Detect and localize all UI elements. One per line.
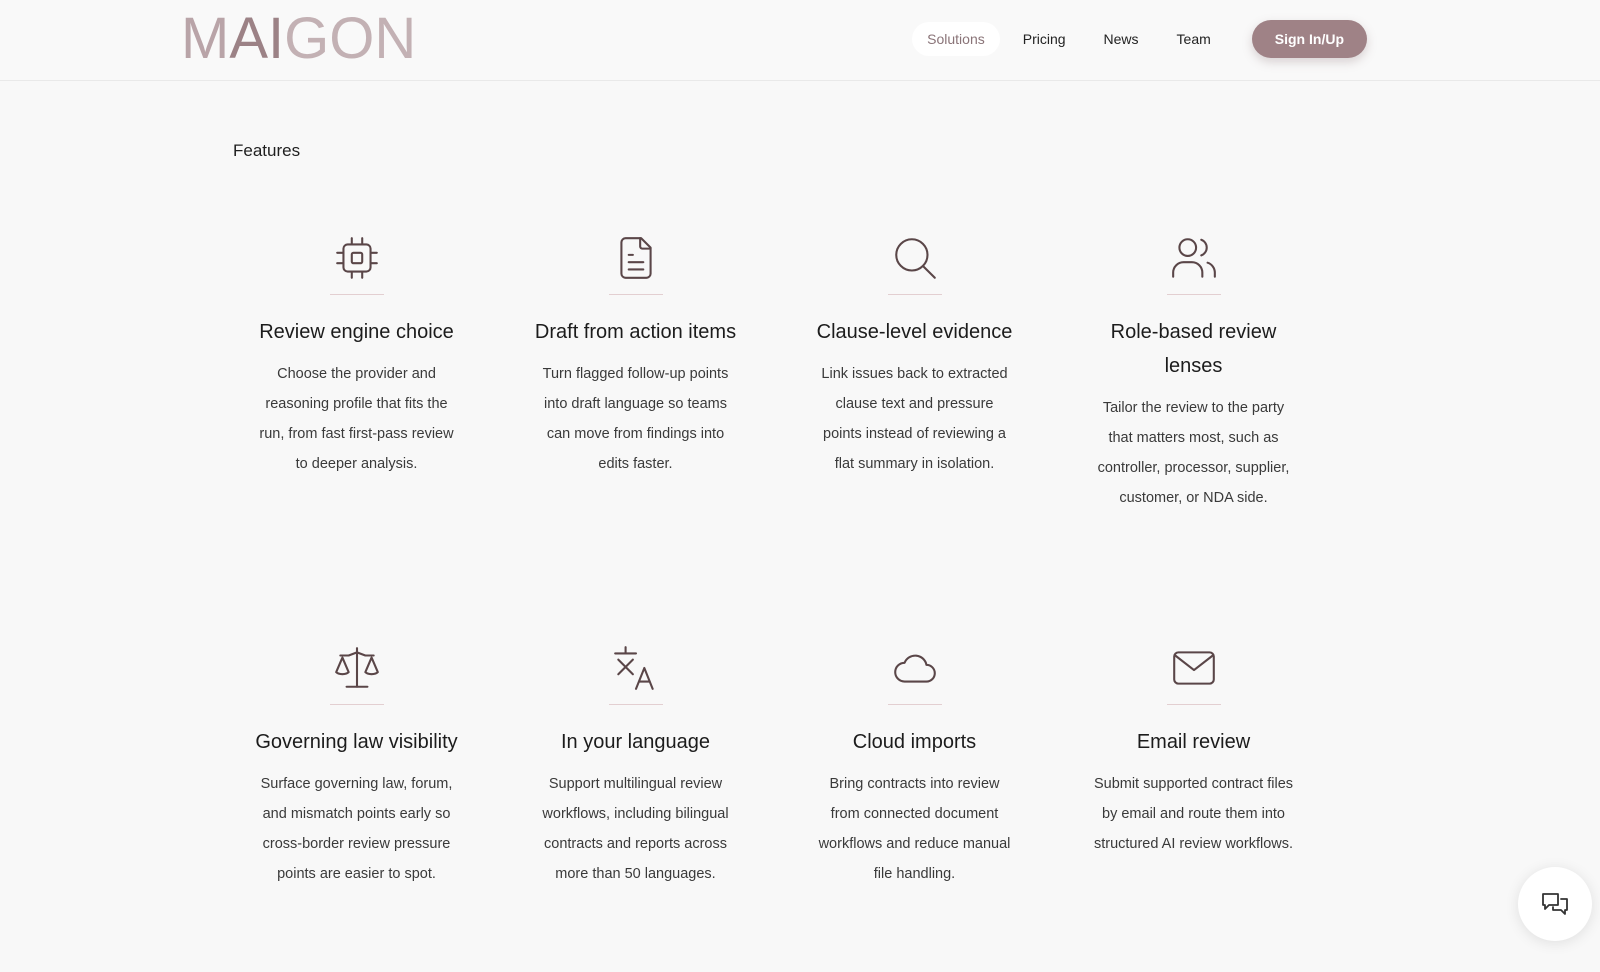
feature-card: Clause-level evidence Link issues back t…	[775, 232, 1054, 642]
icon-divider	[1166, 704, 1221, 705]
feature-description: Support multilingual review workflows, i…	[542, 776, 729, 882]
feature-title: Draft from action items	[534, 321, 737, 343]
cloud-icon	[889, 642, 941, 694]
feature-card: Governing law visibility Surface governi…	[217, 642, 496, 972]
chat-icon	[1542, 893, 1568, 915]
feature-description: Tailor the review to the party that matt…	[1097, 400, 1290, 506]
icon-divider	[329, 704, 384, 705]
feature-description: Link issues back to extracted clause tex…	[821, 366, 1008, 472]
feature-card: Role-based review lenses Tailor the revi…	[1054, 232, 1333, 642]
translate-icon	[610, 642, 662, 694]
nav-news[interactable]: News	[1089, 22, 1154, 56]
cpu-chip-icon	[331, 232, 383, 284]
feature-title: Governing law visibility	[255, 731, 458, 753]
nav-pricing[interactable]: Pricing	[1008, 22, 1081, 56]
nav-solutions[interactable]: Solutions	[912, 22, 1000, 56]
feature-description: Bring contracts into review from connect…	[818, 776, 1011, 882]
feature-card: Email review Submit supported contract f…	[1054, 642, 1333, 972]
document-icon	[610, 232, 662, 284]
feature-title: Clause-level evidence	[816, 321, 1013, 343]
logo-part-m: M	[181, 6, 230, 71]
feature-card: Review engine choice Choose the provider…	[217, 232, 496, 642]
logo[interactable]: M AI GON	[181, 9, 416, 69]
search-icon	[889, 232, 941, 284]
icon-divider	[608, 704, 663, 705]
logo-part-ai: AI	[229, 6, 285, 71]
site-header: M AI GON Solutions Pricing News Team Sign …	[0, 0, 1600, 81]
features-grid: Review engine choice Choose the provider…	[217, 232, 1341, 972]
icon-divider	[1166, 294, 1221, 295]
feature-description: Submit supported contract files by email…	[1093, 776, 1294, 852]
icon-divider	[608, 294, 663, 295]
main-nav: Solutions Pricing News Team Sign In/Up	[912, 20, 1367, 58]
icon-divider	[887, 704, 942, 705]
chat-button[interactable]	[1518, 867, 1592, 941]
feature-card: In your language Support multilingual re…	[496, 642, 775, 972]
icon-divider	[329, 294, 384, 295]
feature-description: Surface governing law, forum, and mismat…	[260, 776, 453, 882]
logo-part-gon: GON	[284, 6, 417, 71]
icon-divider	[887, 294, 942, 295]
mail-icon	[1168, 642, 1220, 694]
nav-team[interactable]: Team	[1162, 22, 1226, 56]
feature-description: Choose the provider and reasoning profil…	[259, 366, 454, 472]
scale-icon	[331, 642, 383, 694]
feature-title: Role-based review lenses	[1110, 321, 1277, 377]
feature-title: Review engine choice	[259, 321, 454, 343]
feature-title: Email review	[1136, 731, 1251, 753]
feature-description: Turn flagged follow-up points into draft…	[542, 366, 729, 472]
feature-title: Cloud imports	[852, 731, 977, 753]
feature-card: Cloud imports Bring contracts into revie…	[775, 642, 1054, 972]
sign-in-up-button[interactable]: Sign In/Up	[1251, 20, 1367, 58]
users-icon	[1168, 232, 1220, 284]
feature-card: Draft from action items Turn flagged fol…	[496, 232, 775, 642]
feature-title: In your language	[560, 731, 710, 753]
section-label-features: Features	[233, 141, 301, 160]
